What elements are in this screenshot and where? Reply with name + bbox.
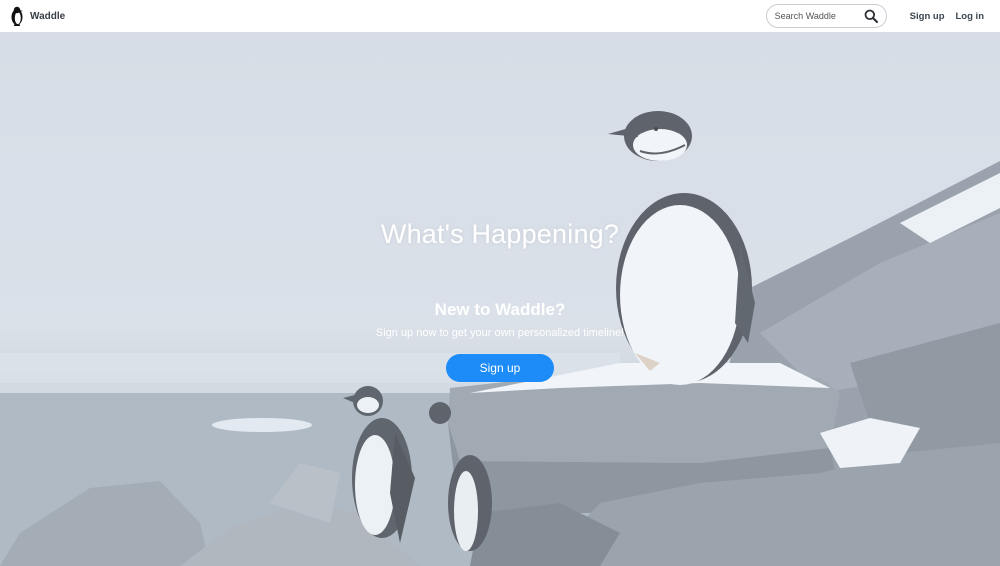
search-icon[interactable] <box>864 9 878 23</box>
top-navbar: Waddle Sign up Log in <box>0 0 1000 33</box>
login-link[interactable]: Log in <box>956 11 985 22</box>
signup-link[interactable]: Sign up <box>910 11 945 22</box>
hero-section: What's Happening? New to Waddle? Sign up… <box>0 33 1000 566</box>
hero-content: What's Happening? New to Waddle? Sign up… <box>0 33 1000 566</box>
penguin-icon <box>11 6 23 26</box>
hero-tagline: Sign up now to get your own personalized… <box>375 327 625 339</box>
brand-name: Waddle <box>30 10 66 22</box>
hero-headline: What's Happening? <box>380 219 620 249</box>
search-box <box>765 4 887 28</box>
brand-link[interactable]: Waddle <box>10 6 65 26</box>
search-input[interactable] <box>774 11 863 21</box>
nav-right: Sign up Log in <box>765 4 985 28</box>
hero-signup-button[interactable]: Sign up <box>446 354 554 382</box>
hero-subhead: New to Waddle? <box>434 300 566 319</box>
